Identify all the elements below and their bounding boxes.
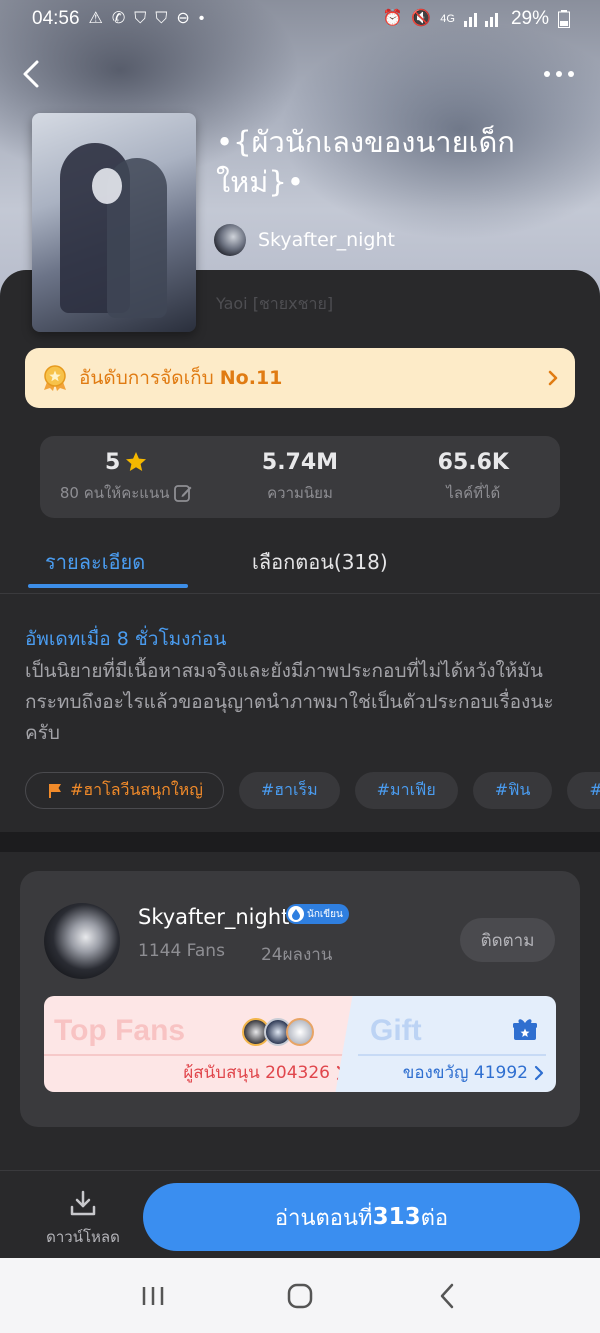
ranking-text: อันดับการจัดเก็บ No.11 [79,363,547,393]
ranking-banner[interactable]: อันดับการจัดเก็บ No.11 [25,348,575,408]
top-nav [0,52,600,96]
shield-outline-icon: ⛉ [155,10,168,27]
status-bar: 04:56 ⚠ ✆ ⛉ ⛉ ⊖ • ⏰ 🔇 4G 29% [0,0,600,38]
book-title: •{ผัวนักเลงของนายเด็กใหม่}• [216,125,515,199]
divider [0,593,600,594]
popularity-value: 5.74M [261,449,339,475]
home-button[interactable] [270,1271,330,1321]
chevron-right-icon [534,1065,544,1080]
stats-panel: 5 80 คนให้คะแนน 5.74M ความนิยม 65.6K ไลค… [40,436,560,518]
author-avatar [214,224,246,256]
likes-label: ไลค์ที่ได้ [446,483,501,502]
likes-value: 65.6K [437,449,509,475]
tag-label: #ฮาโลวีนสนุกใหญ่ [70,780,203,799]
update-time: อัพเดทเมื่อ 8 ชั่วโมงก่อน [25,628,227,650]
tag-item-halloween[interactable]: #ฮาโลวีนสนุกใหญ่ [25,772,224,809]
download-icon [70,1190,96,1216]
warning-icon: ⚠ [88,10,103,27]
ranking-label: อันดับการจัดเก็บ [79,367,214,389]
author-fans: 1144 Fans [138,941,225,961]
top-fans-title: Top Fans [54,1014,186,1047]
more-dots-icon [544,71,550,77]
more-button[interactable] [544,54,574,94]
network-type: 4G [440,13,455,25]
dot-icon: • [198,10,205,27]
tag-item[interactable]: #มาเฟีย [354,772,458,809]
recent-apps-icon [143,1286,164,1305]
signal-bars-icon [463,13,498,27]
stat-likes: 65.6K ไลค์ที่ได้ [387,436,560,518]
rating-label: 80 คนให้คะแนน [59,483,170,502]
section-separator [0,832,600,852]
author-card-avatar[interactable] [44,903,120,979]
author-card: Skyafter_night นักเขียน 1144 Fans 24ผลงา… [20,871,580,1127]
download-button[interactable]: ดาวน์โหลด [40,1189,126,1249]
supporters-count: ผู้สนับสนุน 204326 [183,1059,346,1086]
stat-rating[interactable]: 5 80 คนให้คะแนน [40,436,213,518]
gift-title: Gift [370,1014,422,1047]
book-genre: Yaoi [ชายxชาย] [216,294,334,313]
author-meta: 1144 Fans 24ผลงาน [138,941,332,968]
battery-percent: 29% [510,8,549,29]
phone-icon: ✆ [111,10,126,27]
mute-icon: 🔇 [411,10,432,27]
tab-episodes[interactable]: เลือกตอน(318) [252,546,388,578]
gift-section[interactable]: Gift ของขวัญ 41992 [358,996,556,1092]
book-author[interactable]: Skyafter_night [214,224,395,256]
star-icon [126,452,147,471]
tag-item[interactable]: #ฮาเร็ม [238,772,340,809]
chevron-right-icon [548,370,558,386]
top-fans-section[interactable]: Top Fans ผู้สนับสนุน 204326 [44,996,358,1092]
status-time: 04:56 [32,8,80,29]
book-description: เป็นนิยายที่มีเนื้อหาสมจริงและยังมีภาพปร… [25,660,554,744]
do-not-disturb-icon: ⊖ [176,10,190,27]
avatar [286,1018,314,1046]
chevron-left-icon [23,60,39,88]
edit-icon[interactable] [173,483,193,503]
medal-icon [41,364,69,392]
system-nav-bar [0,1258,600,1333]
flag-icon [49,783,61,798]
status-left: 04:56 ⚠ ✆ ⛉ ⛉ ⊖ • [32,8,204,30]
author-card-name[interactable]: Skyafter_night [138,905,289,929]
download-label: ดาวน์โหลด [46,1228,120,1246]
writer-badge-label: นักเขียน [307,908,343,920]
writer-badge: นักเขียน [286,904,349,924]
alarm-icon: ⏰ [382,10,403,27]
tab-bar: รายละเอียด เลือกตอน(318) [0,546,600,592]
stat-popularity: 5.74M ความนิยม [213,436,386,518]
popularity-label: ความนิยม [267,483,333,502]
gift-icon [513,1019,537,1040]
tag-item[interactable]: #นักเล [567,772,600,809]
book-cover[interactable] [32,113,196,332]
tab-details[interactable]: รายละเอียด [45,546,145,578]
rating-value: 5 [105,449,121,475]
status-right: ⏰ 🔇 4G 29% [382,8,570,30]
shield-icon: ⛉ [134,10,147,27]
home-icon [287,1283,313,1308]
tab-active-indicator [28,584,188,588]
author-name: Skyafter_night [258,229,395,251]
droplet-icon [288,906,304,922]
system-back-button[interactable] [417,1271,477,1321]
gifts-count: ของขวัญ 41992 [403,1059,544,1086]
recent-apps-button[interactable] [123,1271,183,1321]
follow-button[interactable]: ติดตาม [460,918,555,962]
author-works: 24ผลงาน [260,945,333,965]
top-fans-avatars [242,1018,314,1046]
tag-item[interactable]: #ฟิน [472,772,553,809]
back-button[interactable] [22,54,52,94]
chevron-left-icon [440,1283,453,1308]
continue-reading-button[interactable]: อ่านตอนที่ 313 ต่อ [143,1183,580,1251]
bottom-action-bar: ดาวน์โหลด อ่านตอนที่ 313 ต่อ [0,1170,600,1258]
tag-list: #ฮาโลวีนสนุกใหญ่ #ฮาเร็ม #มาเฟีย #ฟิน #น… [25,772,600,810]
ranking-number: No.11 [219,367,283,389]
battery-icon [558,10,570,28]
fans-gift-panel: Top Fans ผู้สนับสนุน 204326 Gift ของขวัญ… [44,996,556,1092]
